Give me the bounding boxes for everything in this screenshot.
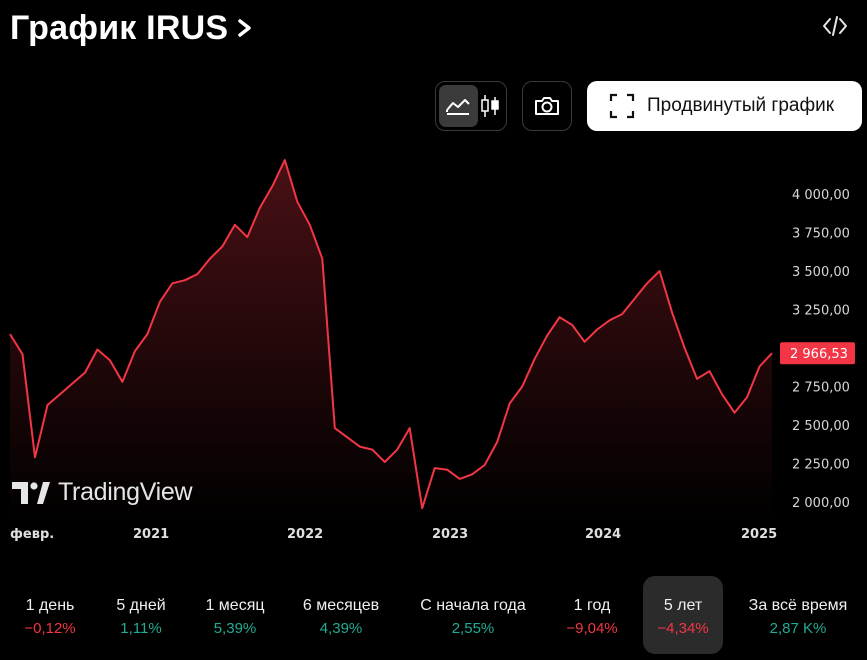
x-tick-label: 2022 [287, 527, 323, 542]
y-tick-label: 2 000,00 [792, 496, 850, 511]
y-tick-label: 3 750,00 [792, 227, 850, 242]
period-change: 5,39% [213, 620, 257, 637]
period-label: 5 лет [663, 597, 703, 614]
candles-icon [481, 95, 500, 117]
period-label: 1 месяц [205, 597, 265, 614]
tradingview-watermark[interactable]: TradingView [12, 478, 193, 507]
period-label: 5 дней [116, 597, 166, 614]
camera-icon [535, 97, 559, 115]
screenshot-button[interactable] [522, 81, 572, 131]
period-label: 1 год [573, 597, 611, 614]
advanced-chart-label: Продвинутый график [647, 95, 835, 116]
period-6[interactable]: 5 лет −4,34% [643, 576, 723, 654]
y-tick-label: 2 500,00 [792, 419, 850, 434]
y-tick-label: 2 250,00 [792, 458, 850, 473]
x-tick-label: 2021 [133, 527, 169, 542]
period-change: 1,11% [120, 620, 162, 637]
y-tick-label: 4 000,00 [792, 188, 850, 203]
y-tick-label: 2 750,00 [792, 381, 850, 396]
page-title[interactable]: График IRUS [10, 9, 228, 48]
period-label: 1 день [25, 597, 75, 614]
period-change: −9,04% [566, 620, 618, 637]
fullscreen-icon [609, 93, 635, 119]
code-icon[interactable] [821, 14, 849, 38]
area-chart-button[interactable] [439, 85, 478, 127]
last-price-label: 2 966,53 [790, 347, 848, 362]
period-selector: 1 день −0,12% 5 дней 1,11% 1 месяц 5,39% 6 мес… [0, 576, 867, 654]
period-5[interactable]: 1 год −9,04% [557, 576, 627, 654]
area-chart-icon [446, 99, 471, 115]
tradingview-logo [12, 481, 50, 504]
period-2[interactable]: 1 месяц 5,39% [193, 576, 277, 654]
period-change: 2,87 K% [769, 620, 827, 637]
period-7[interactable]: За всё время 2,87 K% [736, 576, 860, 654]
period-1[interactable]: 5 дней 1,11% [105, 576, 177, 654]
period-label: С начала года [420, 597, 526, 614]
period-change: −0,12% [24, 620, 76, 637]
chevron-right-icon[interactable] [234, 13, 256, 43]
period-change: 2,55% [451, 620, 495, 637]
period-change: 4,39% [319, 620, 363, 637]
watermark-text: TradingView [58, 478, 193, 506]
period-label: 6 месяцев [302, 597, 380, 614]
area-fill [10, 160, 772, 520]
period-4[interactable]: С начала года 2,55% [407, 576, 539, 654]
period-label: За всё время [748, 597, 848, 614]
period-0[interactable]: 1 день −0,12% [14, 576, 86, 654]
period-3[interactable]: 6 месяцев 4,39% [291, 576, 391, 654]
period-change: −4,34% [657, 620, 709, 637]
header: График IRUS [10, 8, 256, 48]
x-tick-label: 2025 [741, 527, 777, 542]
x-tick-label: февр. [10, 527, 54, 542]
advanced-chart-button[interactable]: Продвинутый график [587, 81, 862, 131]
chart-type-switcher [435, 81, 507, 131]
x-tick-label: 2024 [585, 527, 621, 542]
y-tick-label: 3 250,00 [792, 304, 850, 319]
candles-chart-button[interactable] [478, 85, 503, 127]
y-tick-label: 3 500,00 [792, 265, 850, 280]
x-tick-label: 2023 [432, 527, 468, 542]
